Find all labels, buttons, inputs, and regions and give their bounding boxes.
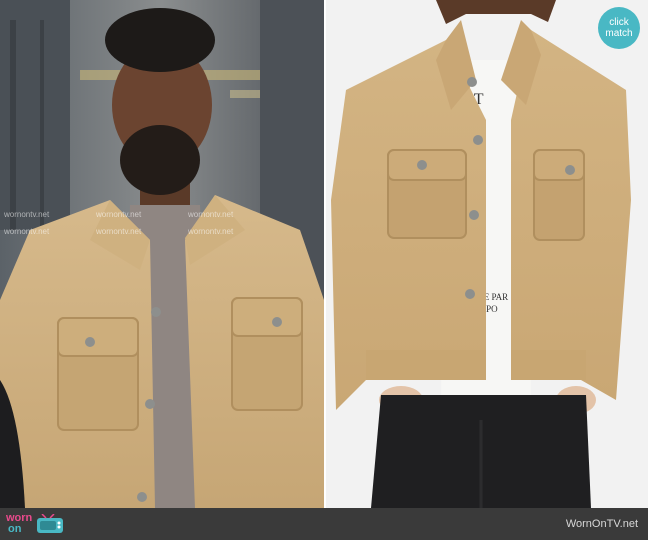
- watermark-text: wornontv.net: [188, 227, 234, 236]
- tv-icon: [37, 514, 64, 533]
- episode-still-illustration: [0, 0, 324, 508]
- watermark-text: wornontv.net: [4, 227, 50, 236]
- product-illustration: ET S S AU DE PAR Y VAPO ML: [326, 0, 648, 508]
- site-url[interactable]: WornOnTV.net: [566, 518, 638, 530]
- badge-line: match: [605, 28, 633, 39]
- wornontv-logo[interactable]: worn on: [6, 511, 64, 537]
- watermark-text: wornontv.net: [4, 210, 50, 219]
- badge-line: click: [609, 17, 629, 28]
- watermark-text: wornontv.net: [96, 210, 142, 219]
- watermark-text: wornontv.net: [96, 227, 142, 236]
- product-photo[interactable]: ET S S AU DE PAR Y VAPO ML: [326, 0, 648, 508]
- click-to-match-badge[interactable]: click match: [598, 7, 640, 49]
- episode-still-photo: wornontv.net wornontv.net wornontv.net w…: [0, 0, 324, 508]
- outfit-comparison: wornontv.net wornontv.net wornontv.net w…: [0, 0, 648, 540]
- watermark-text: wornontv.net: [188, 210, 234, 219]
- logo-word-on: on: [8, 523, 22, 535]
- footer-bar: worn on WornOnTV.net: [0, 508, 648, 540]
